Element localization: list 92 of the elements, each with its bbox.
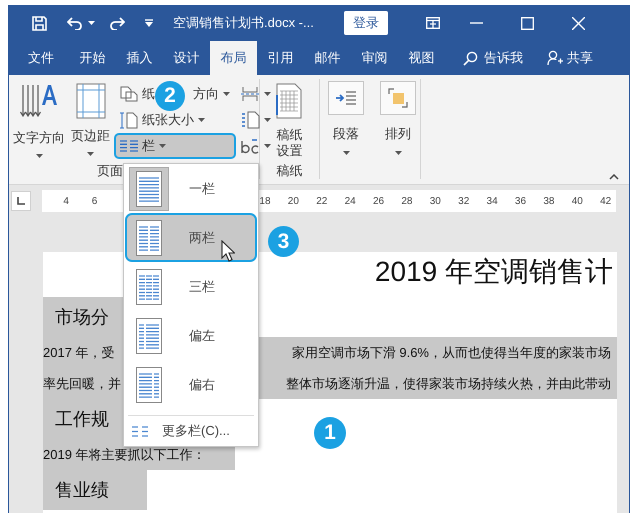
ribbon-tab[interactable]: 文件 [13,41,69,75]
caret-icon [198,118,205,122]
body-text: 整体市场逐渐升温，使得家装市场持续火热，并由此带动 [286,374,612,392]
tab-selector[interactable] [11,191,31,211]
caret-icon [159,144,166,148]
ruler-number: 26 [372,196,386,206]
ruler-number: 20 [286,196,300,206]
left-column-page-icon [136,318,162,354]
document-title: 2019 年空调销售计 [374,255,613,289]
body-text: 率先回暖，并 [43,374,121,392]
mouse-pointer-icon [221,240,235,262]
collapse-ribbon-icon[interactable] [609,174,619,180]
window-title: 空调销售计划书.docx -... [173,14,314,32]
maximize-icon[interactable] [520,16,534,30]
ruler-number: 36 [514,196,528,206]
page-size-icon [120,111,138,129]
redo-icon[interactable] [109,16,125,30]
grid-paper-icon [276,83,302,119]
arrange-icon [388,88,408,108]
paragraph-button[interactable]: 段落 [328,81,364,155]
ruler-number: 22 [315,196,328,206]
ruler-number: 30 [428,196,442,206]
ruler-number: 40 [570,196,584,206]
columns-icon [120,140,138,152]
share-link[interactable]: 共享 [567,49,593,67]
sign-in-button[interactable]: 登录 [344,11,388,35]
text-direction-button[interactable]: 文字方向 [13,79,65,158]
undo-icon[interactable] [67,16,83,30]
hyphenation-icon[interactable] [240,137,260,155]
caret-icon [264,92,271,96]
margins-button[interactable]: 页边距 [71,79,110,156]
caret-icon [394,151,402,155]
ribbon-tab[interactable]: 设计 [163,41,210,75]
ruler-number: 38 [542,196,556,206]
left-tab-icon [17,197,25,205]
ruler-number: 28 [400,196,414,206]
one-column-page-icon [136,170,162,206]
ribbon-tab[interactable]: 布局 [210,41,257,75]
menu-item[interactable]: 偏右 [125,360,257,409]
columns-icon [132,426,148,436]
menu-item[interactable]: 偏左 [125,311,257,360]
line-numbers-icon[interactable] [240,111,260,129]
ruler-number: 32 [457,196,470,206]
menu-item[interactable]: 三栏 [125,262,257,311]
ruler-number: 18 [258,196,272,206]
menu-item[interactable]: 一栏 [125,164,257,213]
body-text: 2017 年，受 [43,344,115,362]
search-icon[interactable] [463,50,478,66]
caret-icon [264,144,271,148]
ruler-number: 42 [599,196,612,206]
ruler-number: 4 [62,196,70,206]
ribbon-tab[interactable]: 插入 [116,41,163,75]
arrange-button[interactable]: 排列 [380,81,416,155]
save-icon[interactable] [32,16,47,30]
customize-icon[interactable] [145,19,153,27]
ruler-number: 6 [90,196,98,206]
caret-icon [88,21,95,25]
draft-paper-button[interactable]: 稿纸设置 [276,79,304,159]
close-icon[interactable] [572,16,585,30]
menu-item[interactable]: 两栏 [125,213,257,262]
right-column-page-icon [136,366,162,402]
ribbon-display-icon[interactable] [426,17,440,29]
ribbon-tab[interactable]: 引用 [257,41,304,75]
person-add-icon[interactable] [547,50,563,66]
ribbon-tab[interactable]: 开始 [69,41,116,75]
heading-text: 市场分 [55,306,109,329]
caret-icon [342,151,350,155]
margins-icon [76,83,106,119]
group-label: 稿纸 [276,162,302,180]
caret-icon [87,152,94,156]
ruler-number: 34 [486,196,499,206]
body-text: 家用空调市场下滑 9.6%，从而也使得当年度的家装市场 [292,344,612,362]
more-columns-item[interactable]: 更多栏(C)... [124,416,258,446]
ruler-number: 24 [344,196,357,206]
page-orientation-icon [120,86,138,102]
heading-text: 售业绩 [55,479,109,502]
two-column-page-icon [136,220,162,256]
group-label: 页面 [97,162,123,180]
caret-icon [36,154,42,158]
minimize-icon[interactable] [470,22,483,24]
ribbon-tab[interactable]: 审阅 [351,41,398,75]
body-text: 2019 年将主要抓以下工作： [43,446,206,464]
tell-me-link[interactable]: 告诉我 [484,49,523,67]
three-column-page-icon [136,268,162,304]
caret-icon [264,118,271,122]
caret-icon [223,92,230,96]
columns-button[interactable]: 栏 [114,133,236,159]
ribbon-tab[interactable]: 视图 [398,41,445,75]
ribbon-tab[interactable]: 邮件 [304,41,351,75]
indent-icon [336,90,356,106]
heading-text: 工作规 [55,408,109,431]
breaks-icon[interactable] [240,86,260,102]
